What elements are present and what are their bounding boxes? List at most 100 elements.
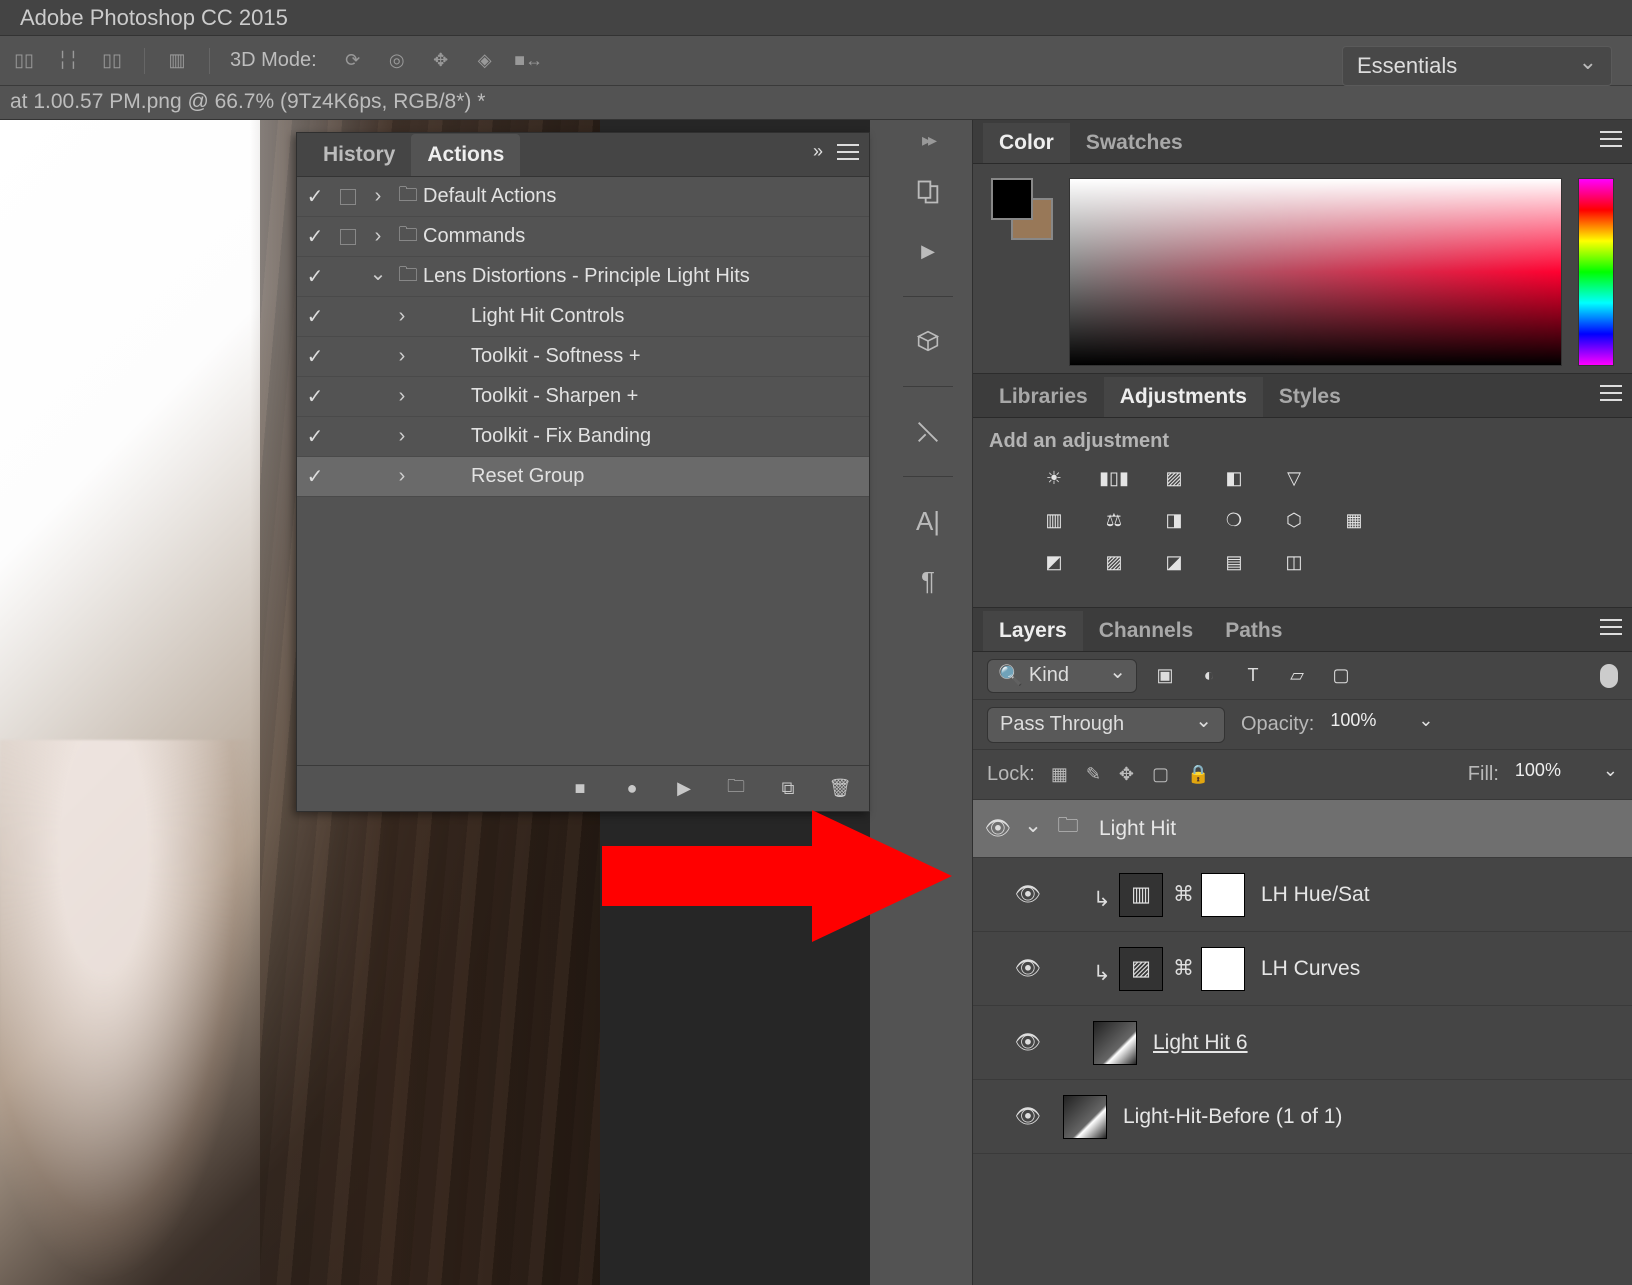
action-check[interactable] <box>297 184 333 209</box>
tab-actions[interactable]: Actions <box>411 134 520 176</box>
adjustment-thumb[interactable]: ▨ <box>1119 947 1163 991</box>
visibility-icon[interactable]: 👁 <box>1013 957 1043 981</box>
panel-menu-icon[interactable] <box>1600 619 1622 635</box>
filter-pixel-icon[interactable]: ▣ <box>1153 665 1177 686</box>
panel-menu-icon[interactable] <box>837 144 859 160</box>
layer-row[interactable]: 👁🗀Light Hit <box>973 800 1632 858</box>
action-row[interactable]: Toolkit - Sharpen + <box>297 377 869 417</box>
hue-sat-icon[interactable]: ▥ <box>1037 505 1071 535</box>
play-button[interactable]: ▶ <box>671 776 697 802</box>
brush-dock-icon[interactable] <box>908 413 948 450</box>
roll-icon[interactable]: ◎ <box>381 45 413 77</box>
layer-row[interactable]: 👁 Light-Hit-Before (1 of 1) <box>973 1080 1632 1154</box>
dock-collapse-icon[interactable]: ▸▸ <box>903 130 953 151</box>
panel-menu-icon[interactable] <box>1600 131 1622 147</box>
chevron-down-icon[interactable] <box>1418 714 1433 735</box>
filter-shape-icon[interactable]: ▱ <box>1285 665 1309 686</box>
action-row[interactable]: 🗀Default Actions <box>297 177 869 217</box>
invert-icon[interactable]: ◩ <box>1037 547 1071 577</box>
tab-color[interactable]: Color <box>983 123 1070 163</box>
curves-icon[interactable]: ▨ <box>1157 463 1191 493</box>
action-check[interactable] <box>297 424 333 449</box>
channel-mixer-icon[interactable]: ⬡ <box>1277 505 1311 535</box>
action-disclosure[interactable] <box>363 225 393 248</box>
scale-icon[interactable]: ■↔ <box>513 45 545 77</box>
action-check[interactable] <box>297 304 333 329</box>
vibrance-icon[interactable]: ▽ <box>1277 463 1311 493</box>
link-mask-icon[interactable]: ⌘ <box>1173 882 1191 907</box>
threshold-icon[interactable]: ◪ <box>1157 547 1191 577</box>
filter-toggle-icon[interactable] <box>1600 664 1618 688</box>
foreground-color[interactable] <box>991 178 1033 220</box>
slide-icon[interactable]: ◈ <box>469 45 501 77</box>
document-tab[interactable]: at 1.00.57 PM.png @ 66.7% (9Tz4K6ps, RGB… <box>0 86 1632 120</box>
hue-strip[interactable] <box>1578 178 1614 366</box>
lock-artboard-icon[interactable]: ▢ <box>1152 764 1169 785</box>
action-check[interactable] <box>297 344 333 369</box>
action-row[interactable]: Reset Group <box>297 457 869 497</box>
mask-thumb[interactable] <box>1201 947 1245 991</box>
opacity-value[interactable]: 100% <box>1330 710 1402 740</box>
action-check[interactable] <box>297 384 333 409</box>
group-disclosure[interactable] <box>1023 816 1043 841</box>
selective-color-icon[interactable]: ◫ <box>1277 547 1311 577</box>
action-check[interactable] <box>297 464 333 489</box>
action-check[interactable] <box>297 224 333 249</box>
record-button[interactable]: ● <box>619 776 645 802</box>
actions-dock-icon[interactable]: ▶ <box>908 232 948 269</box>
foreground-background-swatch[interactable] <box>991 178 1053 240</box>
action-row[interactable]: Light Hit Controls <box>297 297 869 337</box>
visibility-icon[interactable]: 👁 <box>1013 1105 1043 1129</box>
tab-layers[interactable]: Layers <box>983 611 1083 651</box>
mask-thumb[interactable] <box>1201 873 1245 917</box>
lock-transparent-icon[interactable]: ▦ <box>1051 764 1068 785</box>
brightness-contrast-icon[interactable]: ☀ <box>1037 463 1071 493</box>
3d-dock-icon[interactable] <box>908 323 948 360</box>
fill-value[interactable]: 100% <box>1515 760 1587 790</box>
panel-menu-icon[interactable] <box>1600 385 1622 401</box>
black-white-icon[interactable]: ◨ <box>1157 505 1191 535</box>
action-disclosure[interactable] <box>363 185 393 208</box>
filter-smart-icon[interactable]: ▢ <box>1329 665 1353 686</box>
link-mask-icon[interactable]: ⌘ <box>1173 956 1191 981</box>
layer-name[interactable]: Light Hit <box>1099 817 1176 841</box>
align-right-icon[interactable]: ▯▯ <box>96 45 128 77</box>
visibility-icon[interactable]: 👁 <box>1013 883 1043 907</box>
adjustment-thumb[interactable]: ▥ <box>1119 873 1163 917</box>
layer-row[interactable]: 👁 Light Hit 6 <box>973 1006 1632 1080</box>
history-dock-icon[interactable] <box>908 173 948 210</box>
filter-type-icon[interactable]: T <box>1241 665 1265 686</box>
action-row[interactable]: Toolkit - Softness + <box>297 337 869 377</box>
character-dock-icon[interactable]: A| <box>908 503 948 540</box>
filter-kind-dropdown[interactable]: 🔍Kind <box>987 659 1137 693</box>
new-set-button[interactable]: 🗀 <box>723 776 749 802</box>
color-spectrum[interactable] <box>1069 178 1562 366</box>
tab-adjustments[interactable]: Adjustments <box>1104 377 1263 417</box>
layer-name[interactable]: Light Hit 6 <box>1153 1031 1248 1055</box>
tab-history[interactable]: History <box>307 134 411 176</box>
action-record-toggle[interactable] <box>333 229 363 245</box>
layer-name[interactable]: LH Curves <box>1261 957 1360 981</box>
tab-libraries[interactable]: Libraries <box>983 377 1104 417</box>
blend-mode-dropdown[interactable]: Pass Through <box>987 707 1225 743</box>
tab-swatches[interactable]: Swatches <box>1070 123 1199 163</box>
action-disclosure[interactable] <box>387 385 417 408</box>
layer-name[interactable]: Light-Hit-Before (1 of 1) <box>1123 1105 1342 1129</box>
action-disclosure[interactable] <box>387 305 417 328</box>
layer-thumb[interactable] <box>1093 1021 1137 1065</box>
posterize-icon[interactable]: ▨ <box>1097 547 1131 577</box>
color-balance-icon[interactable]: ⚖ <box>1097 505 1131 535</box>
action-record-toggle[interactable] <box>333 189 363 205</box>
workspace-dropdown[interactable]: Essentials <box>1342 46 1612 86</box>
color-lookup-icon[interactable]: ▦ <box>1337 505 1371 535</box>
lock-image-icon[interactable]: ✎ <box>1086 764 1101 785</box>
chevron-down-icon[interactable] <box>1603 764 1618 785</box>
pan-icon[interactable]: ✥ <box>425 45 457 77</box>
orbit-icon[interactable]: ⟳ <box>337 45 369 77</box>
visibility-icon[interactable]: 👁 <box>1013 1031 1043 1055</box>
tab-channels[interactable]: Channels <box>1083 611 1210 651</box>
action-check[interactable] <box>297 264 333 289</box>
new-action-button[interactable]: ⧉ <box>775 776 801 802</box>
stop-button[interactable]: ■ <box>567 776 593 802</box>
layer-row[interactable]: 👁↳▨⌘LH Curves <box>973 932 1632 1006</box>
